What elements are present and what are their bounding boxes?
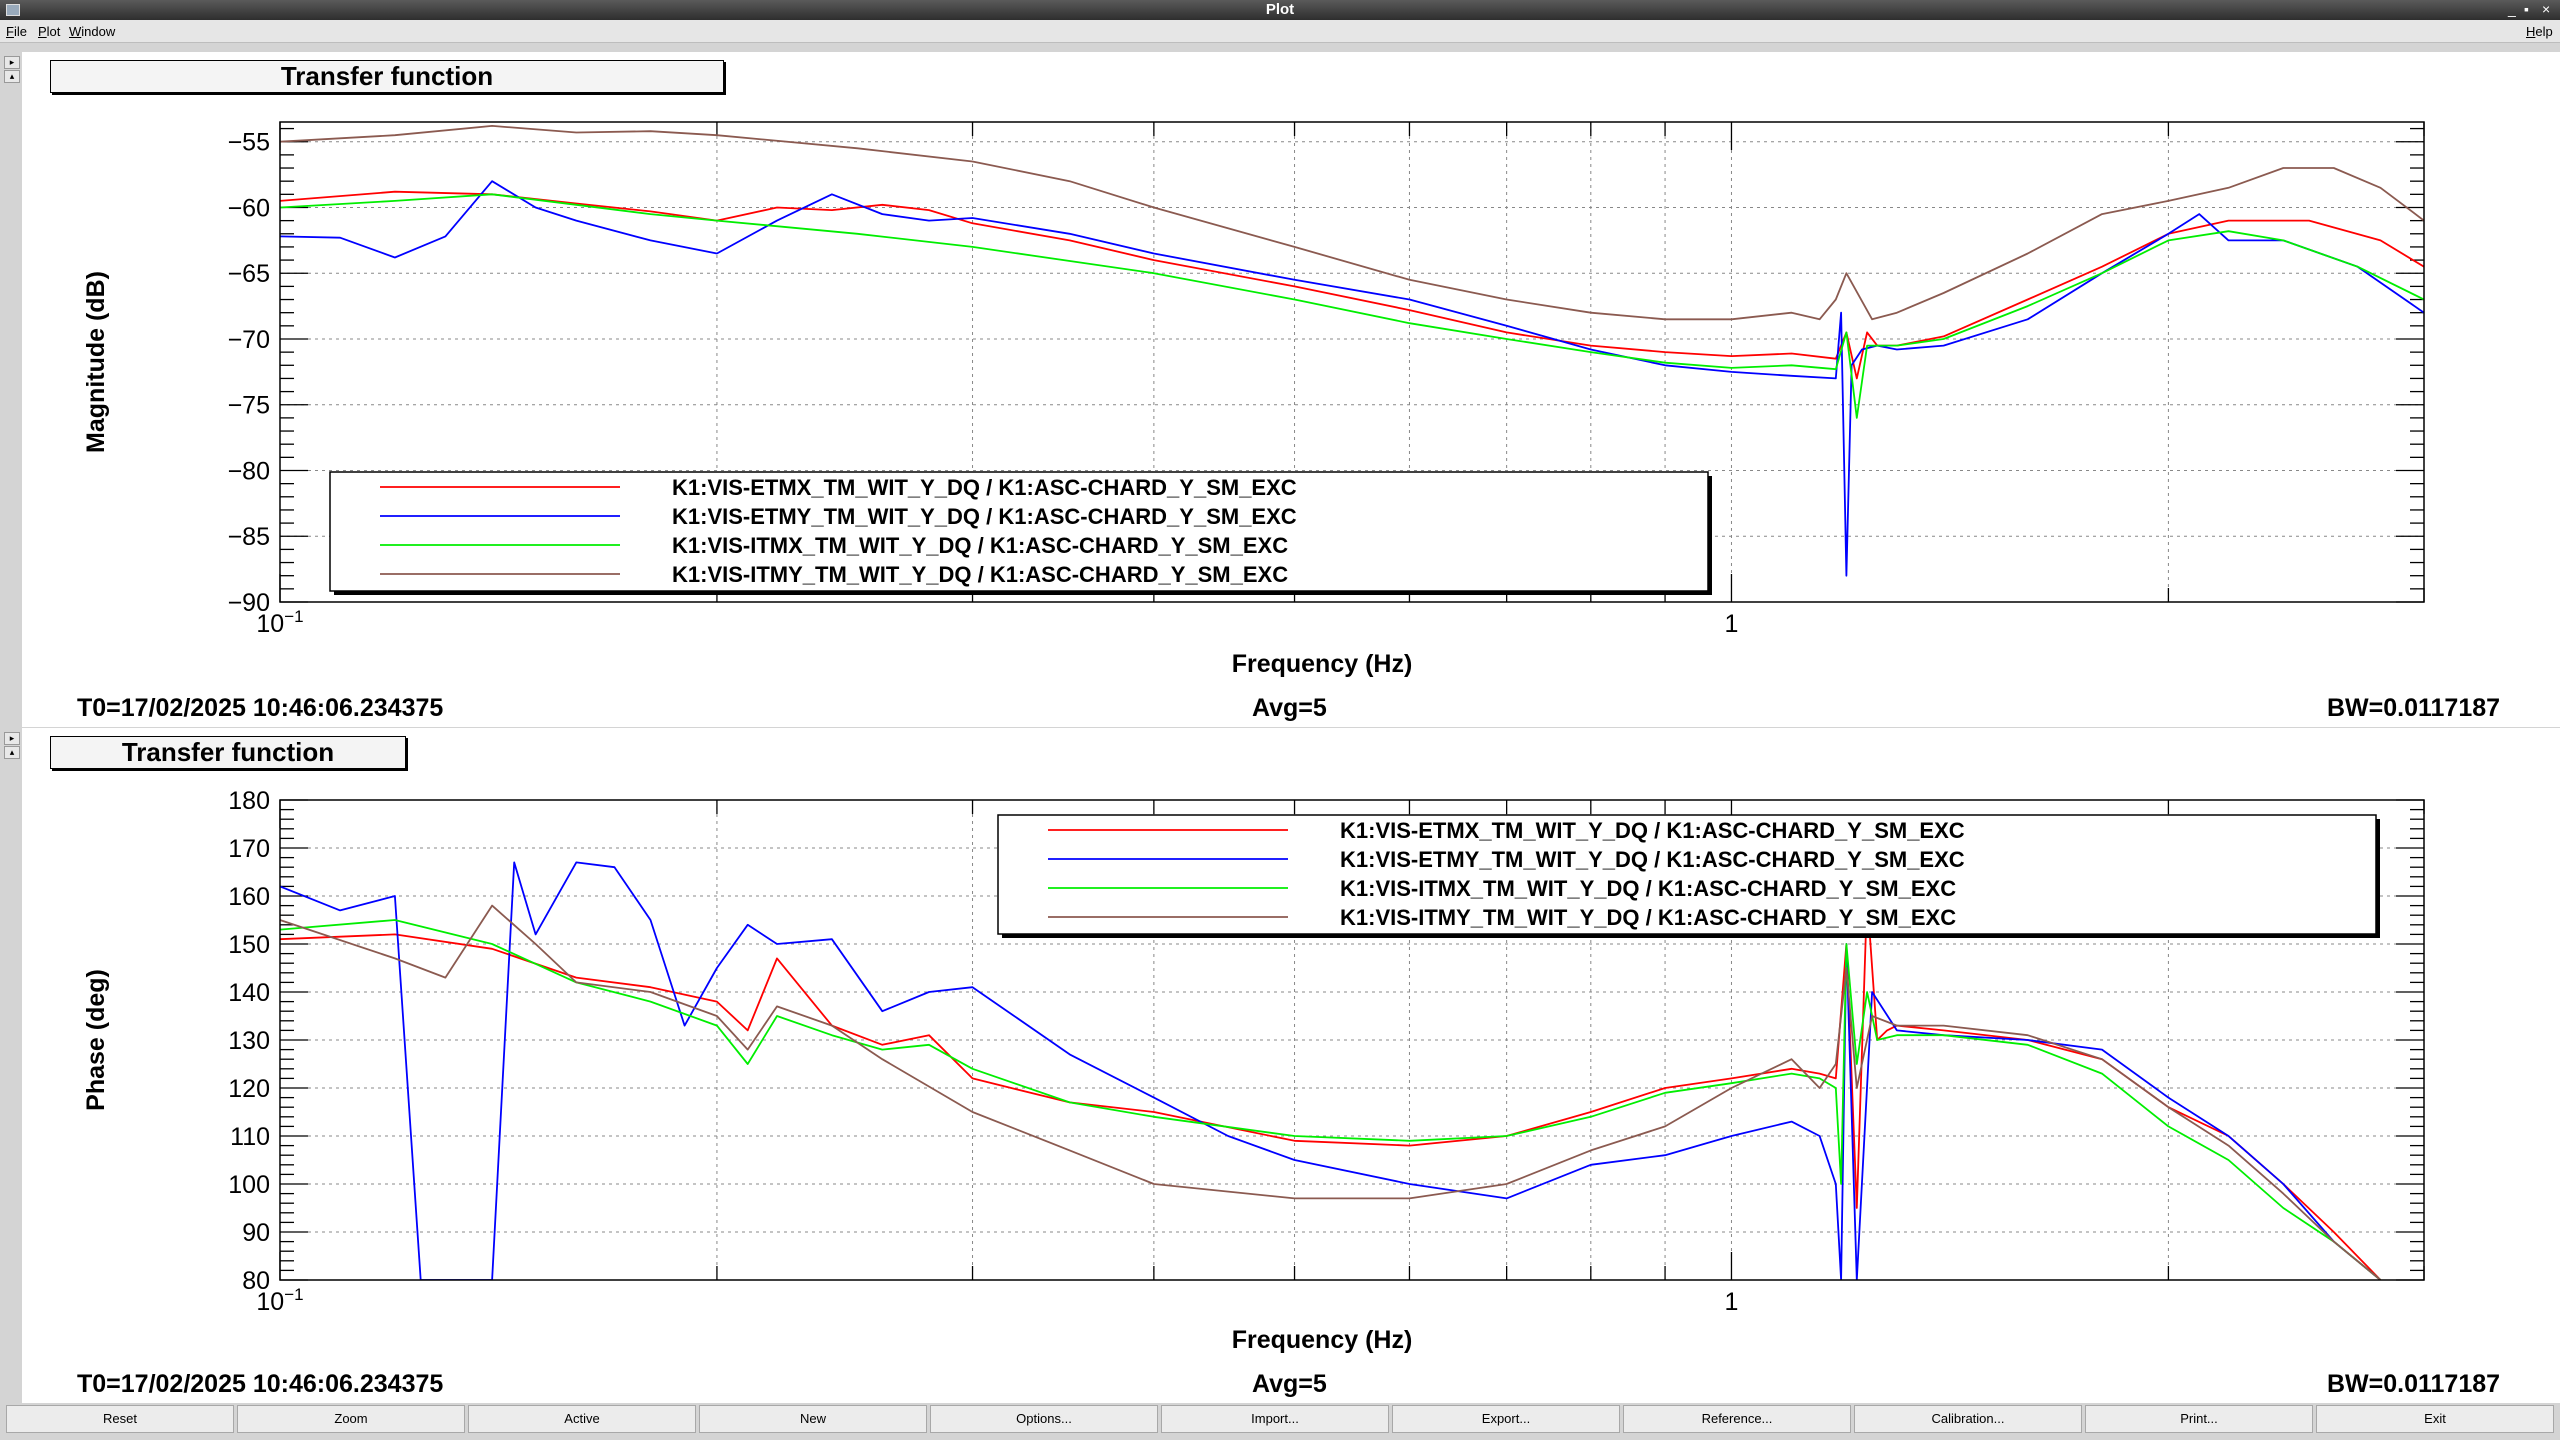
- expand-arrow-icon[interactable]: ▸: [4, 56, 20, 69]
- y-tick-label: 90: [242, 1219, 270, 1247]
- maximize-button[interactable]: ▪: [2524, 1, 2529, 17]
- reference-button[interactable]: Reference...: [1623, 1405, 1851, 1433]
- y-tick-label: 180: [228, 787, 270, 815]
- y-tick-label: 130: [228, 1027, 270, 1055]
- zoom-button[interactable]: Zoom: [237, 1405, 465, 1433]
- y-tick-label: −75: [228, 392, 270, 420]
- reset-button[interactable]: Reset: [6, 1405, 234, 1433]
- collapse-arrow-icon[interactable]: ▴: [4, 746, 20, 759]
- pad-side-controls-2: ▸ ▴: [0, 728, 22, 1403]
- y-tick-label: 160: [228, 883, 270, 911]
- y-tick-label: −60: [228, 194, 270, 222]
- bw-label: BW=0.0117187: [2327, 694, 2501, 722]
- menu-plot[interactable]: Plot: [38, 24, 60, 39]
- y-tick-label: −80: [228, 457, 270, 485]
- y-tick-label: 100: [228, 1171, 270, 1199]
- y-tick-label: −70: [228, 326, 270, 354]
- series-line: [280, 190, 2424, 380]
- x-tick-label: 1: [1725, 1288, 1739, 1316]
- y-tick-label: −55: [228, 129, 270, 157]
- print-button[interactable]: Print...: [2085, 1405, 2313, 1433]
- legend-entry: K1:VIS-ITMY_TM_WIT_Y_DQ / K1:ASC-CHARD_Y…: [672, 562, 1288, 587]
- menu-file[interactable]: File: [6, 24, 27, 39]
- calibration-button[interactable]: Calibration...: [1854, 1405, 2082, 1433]
- avg-label: Avg=5: [1252, 1370, 1327, 1398]
- x-tick-exponent: −1: [284, 607, 303, 626]
- legend-entry: K1:VIS-ITMY_TM_WIT_Y_DQ / K1:ASC-CHARD_Y…: [1340, 905, 1956, 930]
- close-button[interactable]: ×: [2542, 1, 2550, 17]
- y-tick-label: 110: [230, 1123, 270, 1151]
- phase-chart[interactable]: 809010011012013014015016017018010−1 1Freq…: [22, 728, 2560, 1403]
- pad-side-controls-1: ▸ ▴: [0, 52, 22, 727]
- collapse-arrow-icon[interactable]: ▴: [4, 70, 20, 83]
- x-tick-exponent: −1: [284, 1285, 303, 1304]
- x-tick-label: 10−1: [256, 607, 303, 638]
- y-tick-label: −65: [228, 260, 270, 288]
- menu-window[interactable]: Window: [69, 24, 115, 39]
- avg-label: Avg=5: [1252, 694, 1327, 722]
- expand-arrow-icon[interactable]: ▸: [4, 732, 20, 745]
- menu-help[interactable]: Help: [2526, 24, 2553, 39]
- y-axis-label: Phase (deg): [82, 969, 110, 1111]
- bw-label: BW=0.0117187: [2327, 1370, 2501, 1398]
- y-tick-label: −85: [228, 523, 270, 551]
- y-tick-label: 140: [228, 979, 270, 1007]
- import-button[interactable]: Import...: [1161, 1405, 1389, 1433]
- plot-pad-magnitude[interactable]: Transfer function −90 −85 −80 −75 −70 −65 −60−…: [22, 52, 2560, 727]
- t0-label: T0=17/02/2025 10:46:06.234375: [77, 1370, 444, 1398]
- plot-pad-phase[interactable]: Transfer function 80 90 100 110 120 130 140 150…: [22, 728, 2560, 1403]
- x-tick-label: 10−1: [256, 1285, 303, 1316]
- button-bar: Reset Zoom Active New Options... Import.…: [0, 1403, 2560, 1440]
- new-button[interactable]: New: [699, 1405, 927, 1433]
- legend-entry: K1:VIS-ETMY_TM_WIT_Y_DQ / K1:ASC-CHARD_Y…: [672, 504, 1297, 529]
- series-line: [280, 904, 2382, 1280]
- y-tick-label: 170: [228, 835, 270, 863]
- y-tick-label: 150: [228, 931, 270, 959]
- window-title: Plot: [1265, 1, 1295, 18]
- legend-entry: K1:VIS-ETMX_TM_WIT_Y_DQ / K1:ASC-CHARD_Y…: [1340, 818, 1965, 843]
- magnitude-chart[interactable]: −90−85−80−75−70−65−60−5510−1 1Frequency (…: [22, 52, 2560, 727]
- y-tick-label: 120: [228, 1075, 270, 1103]
- window-title-bar: Plot _ ▪ ×: [0, 0, 2560, 20]
- exit-button[interactable]: Exit: [2316, 1405, 2554, 1433]
- legend-entry: K1:VIS-ITMX_TM_WIT_Y_DQ / K1:ASC-CHARD_Y…: [1340, 876, 1956, 901]
- options-button[interactable]: Options...: [930, 1405, 1158, 1433]
- legend-entry: K1:VIS-ETMY_TM_WIT_Y_DQ / K1:ASC-CHARD_Y…: [1340, 847, 1965, 872]
- active-button[interactable]: Active: [468, 1405, 696, 1433]
- y-axis-label: Magnitude (dB): [82, 271, 110, 453]
- minimize-button[interactable]: _: [2508, 1, 2516, 17]
- t0-label: T0=17/02/2025 10:46:06.234375: [77, 694, 444, 722]
- x-axis-label: Frequency (Hz): [1232, 1326, 1413, 1354]
- x-tick-label: 1: [1725, 610, 1739, 638]
- series-line: [280, 919, 2382, 1280]
- export-button[interactable]: Export...: [1392, 1405, 1620, 1433]
- legend-entry: K1:VIS-ITMX_TM_WIT_Y_DQ / K1:ASC-CHARD_Y…: [672, 533, 1288, 558]
- legend-entry: K1:VIS-ETMX_TM_WIT_Y_DQ / K1:ASC-CHARD_Y…: [672, 475, 1297, 500]
- x-axis-label: Frequency (Hz): [1232, 650, 1413, 678]
- menu-bar: File Plot Window Help: [0, 20, 2560, 43]
